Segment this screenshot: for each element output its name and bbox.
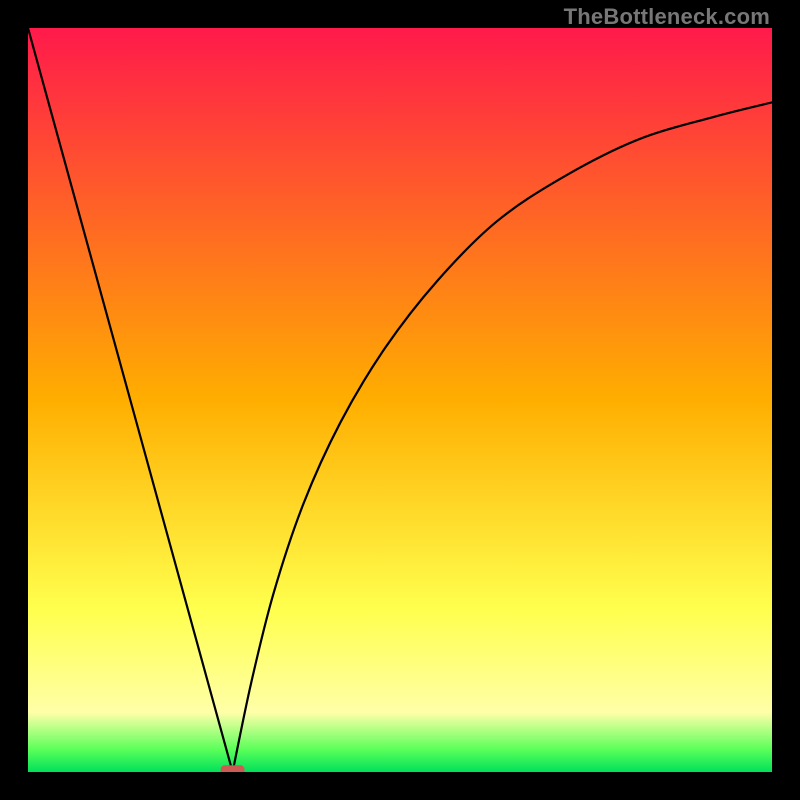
plot-area — [28, 28, 772, 772]
gradient-background — [28, 28, 772, 772]
chart-frame: TheBottleneck.com — [0, 0, 800, 800]
min-marker — [221, 765, 245, 772]
chart-svg — [28, 28, 772, 772]
watermark-text: TheBottleneck.com — [564, 4, 770, 30]
